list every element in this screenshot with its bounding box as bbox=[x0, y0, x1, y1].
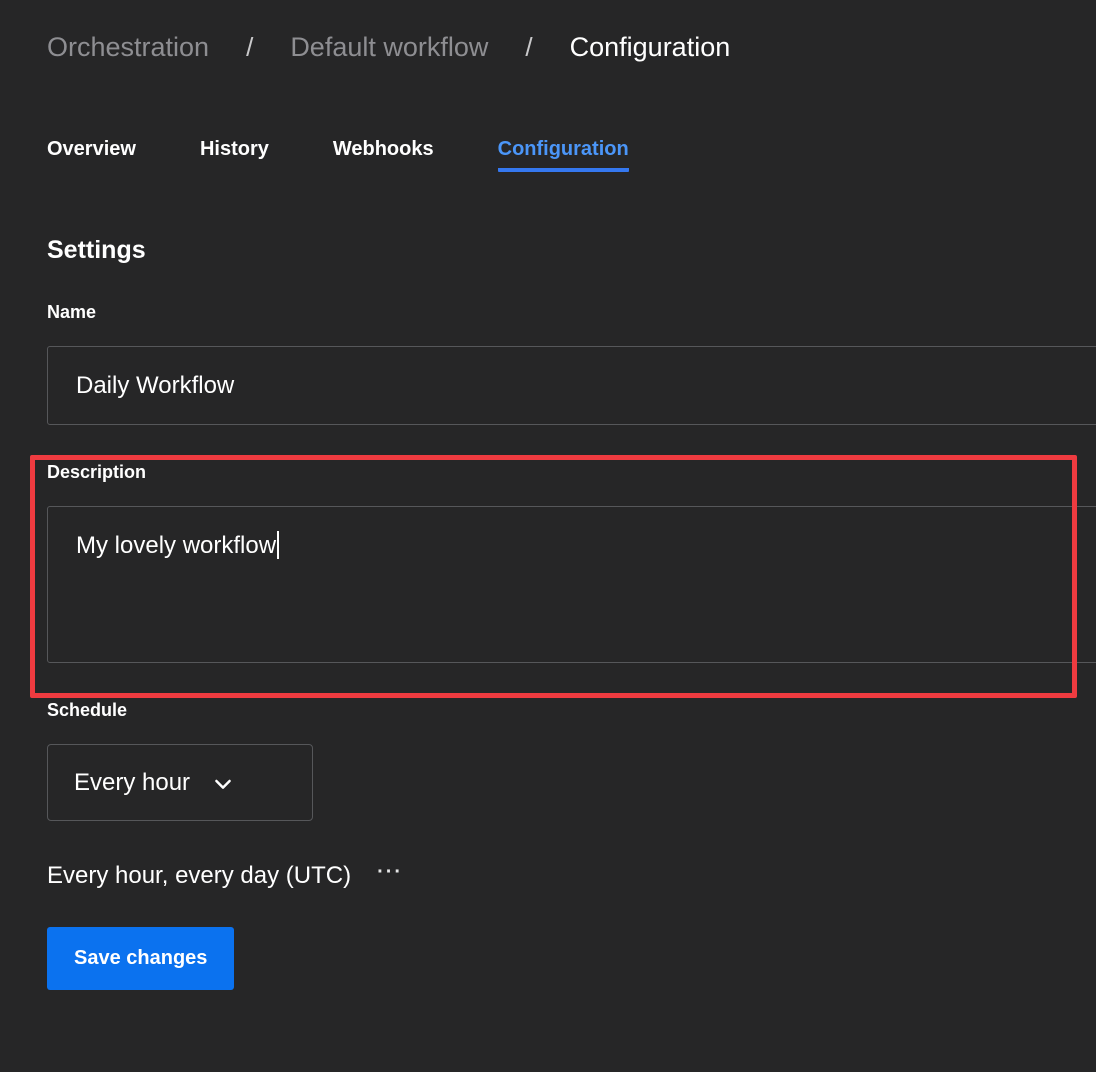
save-changes-button[interactable]: Save changes bbox=[47, 927, 234, 990]
schedule-select[interactable]: Every hour bbox=[47, 744, 313, 821]
schedule-label: Schedule bbox=[47, 700, 1096, 721]
description-label: Description bbox=[47, 462, 1096, 483]
breadcrumb-default-workflow[interactable]: Default workflow bbox=[290, 32, 488, 62]
tab-overview[interactable]: Overview bbox=[47, 138, 136, 172]
name-label: Name bbox=[47, 302, 1096, 323]
description-value: My lovely workflow bbox=[76, 532, 276, 559]
breadcrumb-configuration: Configuration bbox=[570, 32, 731, 62]
tab-configuration[interactable]: Configuration bbox=[498, 138, 629, 172]
tab-webhooks[interactable]: Webhooks bbox=[333, 138, 434, 172]
description-textarea[interactable]: My lovely workflow bbox=[47, 506, 1096, 663]
tab-history[interactable]: History bbox=[200, 138, 269, 172]
breadcrumb-orchestration[interactable]: Orchestration bbox=[47, 32, 209, 62]
schedule-summary: Every hour, every day (UTC) ··· bbox=[47, 861, 1096, 890]
schedule-selected-value: Every hour bbox=[74, 769, 190, 797]
configuration-page: Orchestration / Default workflow / Confi… bbox=[0, 0, 1096, 990]
settings-heading: Settings bbox=[47, 236, 1096, 265]
name-input[interactable] bbox=[47, 346, 1096, 425]
tab-bar: Overview History Webhooks Configuration bbox=[47, 138, 1096, 172]
schedule-summary-text: Every hour, every day (UTC) bbox=[47, 861, 351, 890]
breadcrumb-separator: / bbox=[525, 32, 532, 62]
breadcrumb-separator: / bbox=[246, 32, 253, 62]
more-options-icon[interactable]: ··· bbox=[377, 862, 403, 890]
chevron-down-icon bbox=[212, 773, 234, 795]
text-cursor bbox=[277, 531, 279, 559]
breadcrumb: Orchestration / Default workflow / Confi… bbox=[47, 0, 1096, 62]
